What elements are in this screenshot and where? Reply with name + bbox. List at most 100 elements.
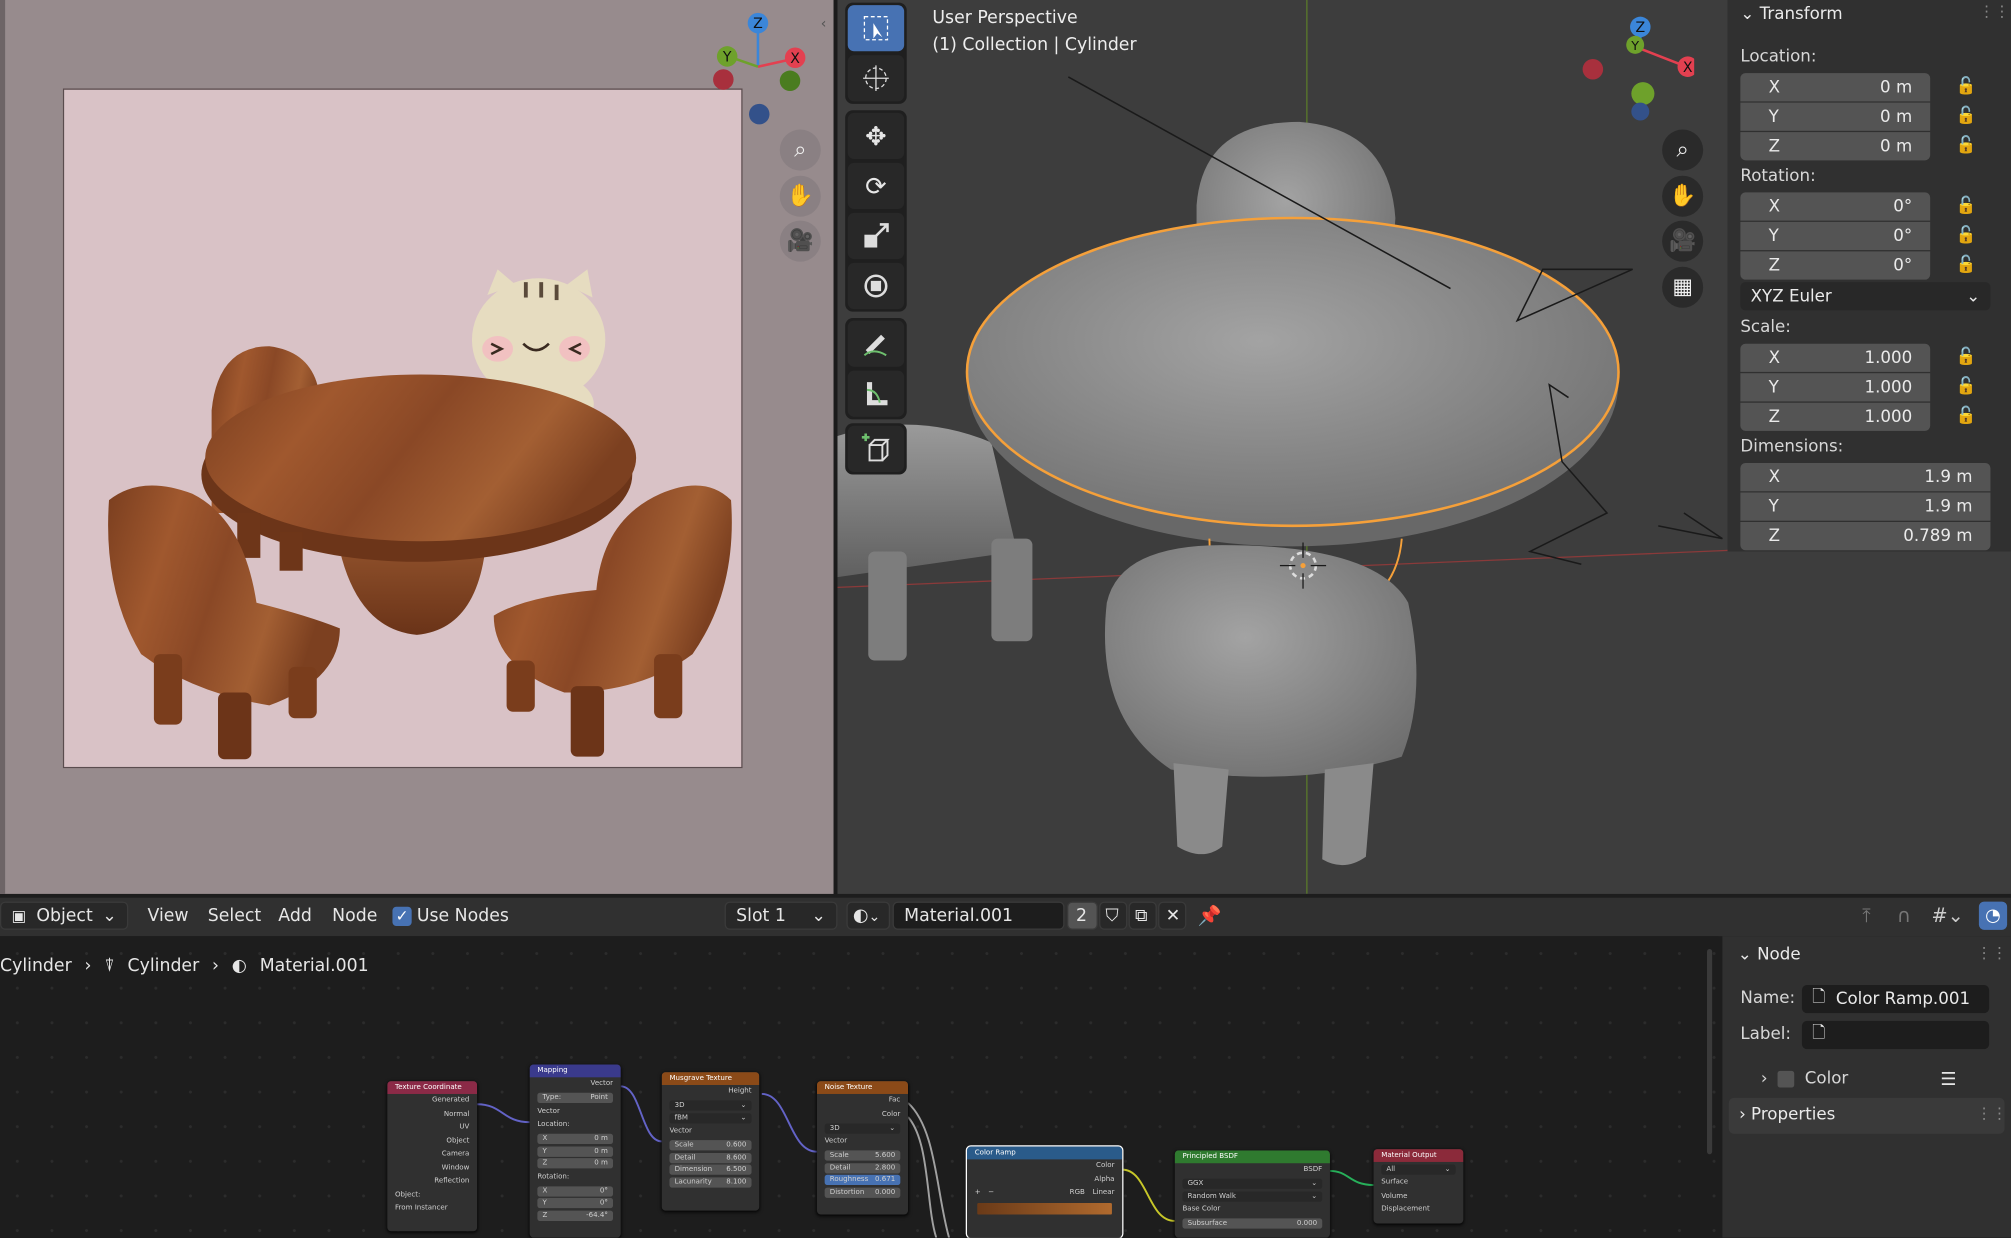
drag-handle-icon[interactable]: ⋮⋮ xyxy=(1976,1104,2007,1122)
render-nav-gizmo[interactable]: Z X Y xyxy=(703,8,826,131)
snap-grid-icon[interactable]: #⌄ xyxy=(1931,904,1963,927)
menu-add[interactable]: Add xyxy=(278,905,312,926)
node-editor-canvas[interactable]: Cylinder › ⍒ Cylinder › ◐ Material.001 T… xyxy=(0,936,1719,1238)
mapping-location-z[interactable]: Z 0 m xyxy=(537,1158,614,1169)
color-ramp-gradient[interactable] xyxy=(977,1202,1112,1214)
fake-user-shield-icon[interactable]: ⛉ xyxy=(1099,901,1128,930)
node-header[interactable]: Musgrave Texture xyxy=(661,1072,760,1085)
scale-tool[interactable] xyxy=(847,212,905,260)
rotation-mode-dropdown[interactable]: XYZ Euler ⌄ xyxy=(1740,282,1991,311)
camera-icon[interactable]: 🎥 xyxy=(1662,220,1704,262)
cursor-tool[interactable] xyxy=(847,55,905,102)
node-header[interactable]: Material Output xyxy=(1373,1149,1464,1162)
zoom-icon[interactable]: ⌕ xyxy=(1662,129,1704,171)
node-panel-header[interactable]: ⌄ Node xyxy=(1738,945,1801,964)
menu-select[interactable]: Select xyxy=(208,905,261,926)
drag-handle-icon[interactable]: ⋮⋮ xyxy=(1976,944,2007,962)
noise-scale-field[interactable]: Scale 5.600 xyxy=(824,1150,901,1161)
dimensions-dropdown[interactable]: 3D ⌄ xyxy=(669,1100,752,1111)
mapping-rotation-x[interactable]: X 0° xyxy=(537,1185,614,1196)
vertical-scrollbar[interactable] xyxy=(1707,949,1713,1155)
mapping-location-y[interactable]: Y 0 m xyxy=(537,1145,614,1157)
distribution-dropdown[interactable]: GGX ⌄ xyxy=(1182,1178,1323,1189)
musgrave-detail-field[interactable]: Detail 8.600 xyxy=(669,1152,752,1163)
pan-hand-icon[interactable]: ✋ xyxy=(779,175,821,217)
location-z-field[interactable]: Z 0 m xyxy=(1740,132,1931,161)
mapping-rotation-z[interactable]: Z -64.4° xyxy=(537,1210,614,1221)
ortho-grid-icon[interactable]: ▦ xyxy=(1662,266,1704,308)
drag-handle-icon[interactable]: ⋮⋮ xyxy=(1979,3,2010,21)
node-musgrave-texture[interactable]: Musgrave Texture Height 3D ⌄ fBM ⌄ Vector … xyxy=(661,1072,760,1211)
lock-icon[interactable]: 🔓 xyxy=(1956,348,1979,369)
lock-icon[interactable]: 🔓 xyxy=(1956,226,1979,247)
move-tool[interactable]: ✥ xyxy=(847,112,905,160)
lock-icon[interactable]: 🔓 xyxy=(1956,377,1979,398)
rotation-z-field[interactable]: Z 0° xyxy=(1740,251,1931,280)
lock-icon[interactable]: 🔓 xyxy=(1956,196,1979,217)
use-nodes-checkbox[interactable]: ✓ xyxy=(392,906,412,926)
musgrave-type-dropdown[interactable]: fBM ⌄ xyxy=(669,1112,752,1123)
snap-magnet-icon[interactable]: ∩ xyxy=(1897,904,1911,927)
location-y-field[interactable]: Y 0 m xyxy=(1740,102,1931,131)
pin-icon[interactable]: 📌 xyxy=(1198,904,1222,927)
properties-panel-header[interactable]: › Properties ⋮⋮ xyxy=(1728,1097,2007,1134)
mapping-rotation-y[interactable]: Y 0° xyxy=(537,1197,614,1209)
location-x-field[interactable]: X 0 m xyxy=(1740,73,1931,102)
node-name-field[interactable]: 🗋 Color Ramp.001 xyxy=(1801,984,1990,1014)
dimension-y-field[interactable]: Y 1.9 m xyxy=(1740,492,1991,521)
material-name-field[interactable]: Material.001 xyxy=(892,901,1065,930)
add-cube-tool[interactable] xyxy=(847,425,905,472)
mapping-location-x[interactable]: X 0 m xyxy=(537,1133,614,1144)
editor-mode-dropdown[interactable]: ▣ Object ⌄ xyxy=(0,901,129,930)
rotation-y-field[interactable]: Y 0° xyxy=(1740,221,1931,251)
menu-view[interactable]: View xyxy=(147,905,188,926)
viewport-nav-gizmo[interactable]: Z Y X xyxy=(1579,10,1695,125)
list-menu-icon[interactable]: ☰ xyxy=(1940,1070,1956,1091)
material-users-count[interactable]: 2 xyxy=(1067,901,1098,930)
unlink-close-icon[interactable]: ✕ xyxy=(1158,901,1187,930)
collapse-arrow-icon[interactable]: ‹ xyxy=(821,15,834,36)
parent-node-tree-icon[interactable]: ⤒ xyxy=(1862,904,1871,927)
transform-tool[interactable] xyxy=(847,262,905,310)
scale-y-field[interactable]: Y 1.000 xyxy=(1740,373,1931,402)
annotate-tool[interactable] xyxy=(847,320,905,367)
lock-icon[interactable]: 🔓 xyxy=(1956,106,1979,127)
node-header[interactable]: Principled BSDF xyxy=(1174,1150,1330,1164)
noise-distortion-field[interactable]: Distortion 0.000 xyxy=(824,1186,901,1198)
rotation-x-field[interactable]: X 0° xyxy=(1740,192,1931,221)
dimension-z-field[interactable]: Z 0.789 m xyxy=(1740,521,1991,551)
ramp-mode[interactable]: RGB xyxy=(1070,1186,1085,1199)
node-principled-bsdf[interactable]: Principled BSDF BSDF GGX ⌄ Random Walk ⌄ B… xyxy=(1174,1150,1330,1238)
target-dropdown[interactable]: All ⌄ xyxy=(1381,1163,1456,1175)
overlay-toggle-icon[interactable]: ◔ xyxy=(1978,901,2008,930)
transform-panel-header[interactable]: ⌄ Transform xyxy=(1740,5,1842,24)
object-row[interactable]: Object: xyxy=(387,1188,477,1201)
node-header[interactable]: Noise Texture xyxy=(816,1081,909,1094)
node-header[interactable]: Color Ramp xyxy=(967,1146,1123,1160)
node-label-field[interactable]: 🗋 xyxy=(1801,1020,1990,1050)
add-stop-icon[interactable]: + xyxy=(975,1186,981,1199)
type-dropdown[interactable]: Type: Point xyxy=(537,1092,614,1103)
lock-icon[interactable]: 🔓 xyxy=(1956,77,1979,98)
zoom-icon[interactable]: ⌕ xyxy=(779,129,821,171)
node-noise-texture[interactable]: Noise Texture Fac Color 3D ⌄ Vector Scale… xyxy=(816,1081,909,1215)
camera-icon[interactable]: 🎥 xyxy=(779,220,821,262)
remove-stop-icon[interactable]: − xyxy=(988,1186,994,1199)
lock-icon[interactable]: 🔓 xyxy=(1956,136,1979,157)
node-color-ramp[interactable]: Color Ramp Color Alpha + − RGB Linear xyxy=(965,1145,1124,1238)
measure-tool[interactable] xyxy=(847,370,905,417)
node-texture-coordinate[interactable]: Texture Coordinate Generated Normal UV O… xyxy=(387,1081,478,1232)
node-header[interactable]: Mapping xyxy=(529,1064,621,1078)
musgrave-lacunarity-field[interactable]: Lacunarity 8.100 xyxy=(669,1176,752,1187)
select-box-tool[interactable] xyxy=(847,5,905,52)
scale-x-field[interactable]: X 1.000 xyxy=(1740,343,1931,372)
musgrave-scale-field[interactable]: Scale 0.600 xyxy=(669,1140,752,1151)
noise-dims-dropdown[interactable]: 3D ⌄ xyxy=(824,1122,901,1134)
lock-icon[interactable]: 🔓 xyxy=(1956,255,1979,276)
render-preview-area[interactable]: Z X Y ⌕ ✋ 🎥 ‹ xyxy=(0,0,834,894)
node-mapping[interactable]: Mapping Vector Type: Point Vector Locatio… xyxy=(529,1064,621,1238)
scale-z-field[interactable]: Z 1.000 xyxy=(1740,402,1931,431)
material-browse-button[interactable]: ◐ ⌄ xyxy=(846,901,891,930)
pan-hand-icon[interactable]: ✋ xyxy=(1662,175,1704,217)
noise-roughness-field[interactable]: Roughness 0.671 xyxy=(824,1174,901,1186)
